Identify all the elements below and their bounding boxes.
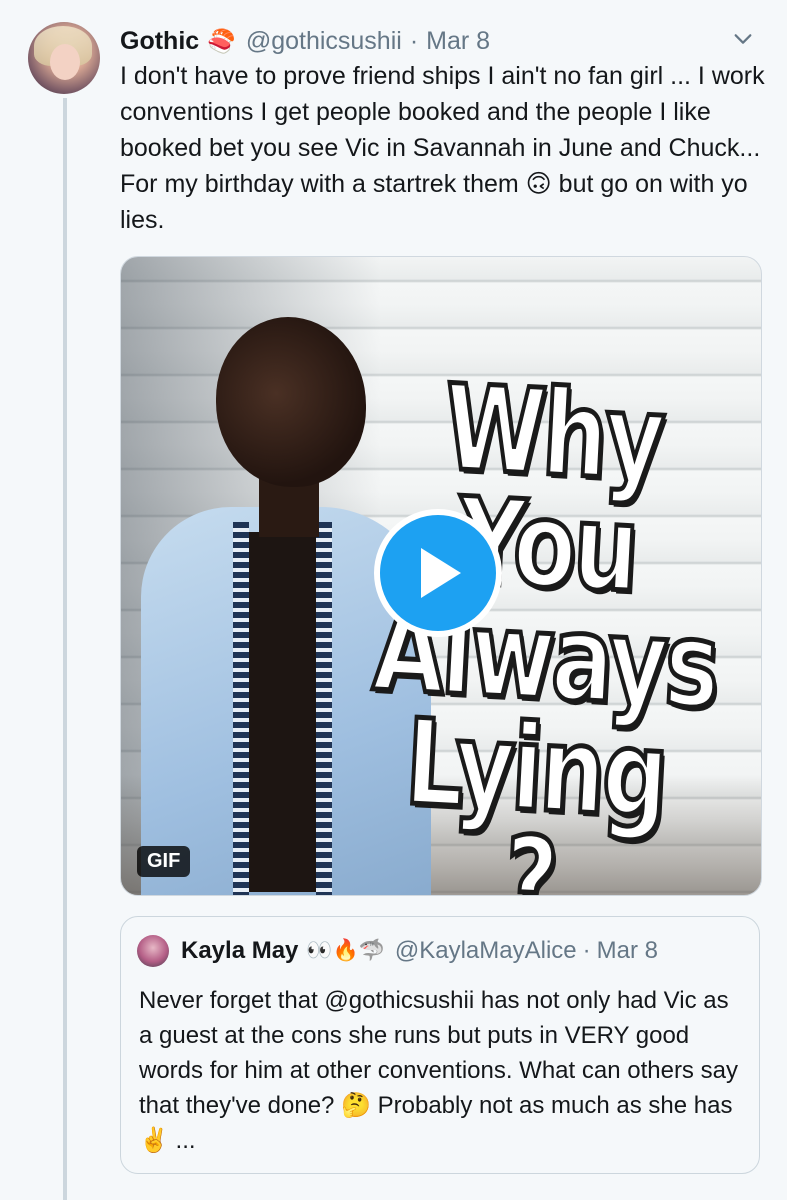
quoted-tweet-text: Never forget that @gothicsushii has not …	[139, 987, 738, 1154]
tweet-date[interactable]: Mar 8	[426, 27, 490, 56]
quoted-name-emoji-icons: 👀🔥🦈	[306, 939, 385, 962]
gif-media[interactable]: Why You Always Lying ? GIF	[120, 256, 762, 896]
play-button[interactable]	[374, 509, 502, 637]
play-icon	[421, 548, 461, 598]
separator-dot: ·	[409, 26, 419, 55]
quoted-tweet-header: Kayla May 👀🔥🦈 @KaylaMayAlice · Mar 8	[137, 935, 658, 967]
tweet-header: Gothic 🍣 @gothicsushii · Mar 8	[120, 24, 770, 58]
gif-badge: GIF	[137, 846, 191, 877]
avatar[interactable]	[28, 22, 100, 94]
quoted-tweet-date: Mar 8	[596, 937, 658, 964]
sushi-emoji-icon: 🍣	[207, 27, 236, 54]
quoted-user-handle: @KaylaMayAlice	[394, 937, 577, 964]
thread-connector-line	[63, 98, 67, 1200]
quoted-display-name: Kayla May	[181, 937, 299, 964]
quoted-avatar	[137, 935, 169, 967]
chevron-down-icon[interactable]	[732, 28, 754, 50]
user-handle[interactable]: @gothicsushii	[246, 27, 402, 56]
tweet-thread: Gothic 🍣 @gothicsushii · Mar 8 I don't h…	[0, 0, 787, 1200]
quoted-separator-dot: ·	[582, 937, 591, 964]
display-name[interactable]: Gothic	[120, 27, 199, 56]
quoted-tweet[interactable]: Kayla May 👀🔥🦈 @KaylaMayAlice · Mar 8 Nev…	[120, 916, 760, 1174]
tweet-text: I don't have to prove friend ships I ain…	[120, 62, 765, 234]
